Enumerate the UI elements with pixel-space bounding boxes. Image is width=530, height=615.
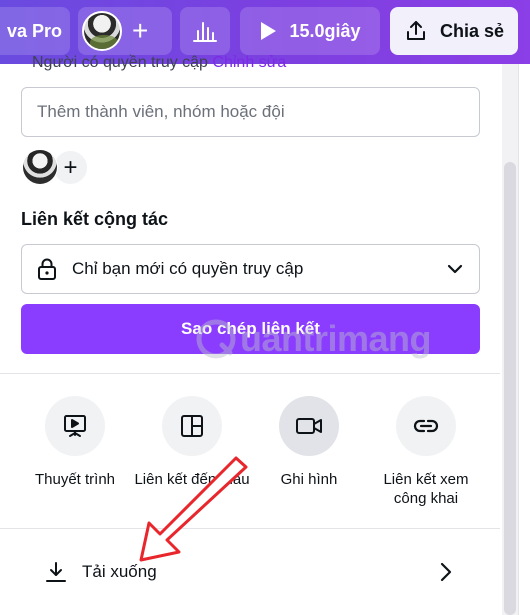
option-public-label: Liên kết xem công khai — [383, 471, 469, 507]
play-icon — [261, 22, 277, 40]
option-template-label: Liên kết đến mẫu — [134, 471, 250, 488]
option-present-label: Thuyết trình — [34, 471, 116, 488]
insights-button[interactable] — [180, 7, 230, 55]
presentation-icon — [64, 415, 86, 437]
download-label: Tải xuống — [82, 561, 157, 581]
canva-pro-label: va Pro — [6, 20, 62, 41]
access-edit-link[interactable]: Chỉnh sửa — [212, 54, 286, 71]
option-template-circle — [162, 396, 222, 456]
member-avatar — [22, 149, 58, 185]
share-button[interactable]: Chia sẻ — [390, 7, 518, 55]
share-label: Chia sẻ — [439, 20, 505, 41]
option-present[interactable]: Thuyết trình — [17, 396, 133, 489]
plus-icon: + — [63, 153, 78, 181]
section-divider — [0, 373, 500, 374]
public-link-icon — [413, 419, 439, 433]
record-video-icon — [296, 418, 322, 434]
access-section-label: Người có quyền truy cập Chỉnh sửa — [32, 54, 286, 72]
bar-chart-icon — [193, 22, 217, 42]
user-avatar — [82, 11, 122, 51]
copy-link-button[interactable]: Sao chép liên kết — [21, 304, 480, 354]
add-collaborator-icon: + — [132, 15, 149, 46]
chevron-right-icon — [440, 562, 452, 581]
collab-access-select[interactable]: Chỉ bạn mới có quyền truy cập — [21, 244, 480, 294]
template-link-icon — [181, 415, 203, 437]
option-public-link[interactable]: Liên kết xem công khai — [368, 396, 484, 508]
option-public-circle — [396, 396, 456, 456]
collaborators-button[interactable]: + — [78, 7, 172, 55]
upload-icon — [406, 21, 425, 40]
option-record-label: Ghi hình — [280, 471, 338, 488]
panel-edge — [518, 64, 530, 615]
option-present-circle — [45, 396, 105, 456]
download-row[interactable]: Tải xuống — [0, 528, 500, 615]
copy-link-label: Sao chép liên kết — [181, 319, 320, 338]
access-label-text: Người có quyền truy cập — [32, 54, 208, 71]
chevron-down-icon — [447, 264, 463, 274]
member-search-input[interactable] — [21, 87, 480, 137]
play-duration: 15.0giây — [289, 20, 361, 41]
scrollbar-thumb[interactable] — [504, 162, 516, 615]
option-record-circle — [279, 396, 339, 456]
option-template-link[interactable]: Liên kết đến mẫu — [134, 396, 250, 489]
lock-icon — [38, 258, 56, 280]
option-record[interactable]: Ghi hình — [251, 396, 367, 489]
download-icon — [46, 561, 66, 582]
canva-pro-button[interactable]: va Pro — [0, 7, 70, 55]
present-button[interactable]: 15.0giây — [240, 7, 380, 55]
collab-access-value: Chỉ bạn mới có quyền truy cập — [72, 259, 304, 278]
collab-link-title: Liên kết cộng tác — [21, 209, 169, 229]
